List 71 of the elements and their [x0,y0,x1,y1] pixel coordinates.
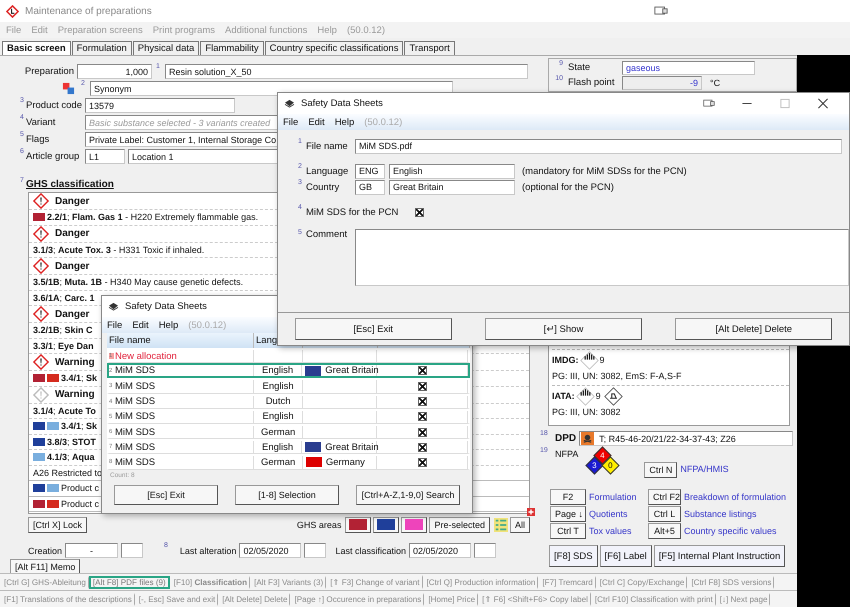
transport-details: PG: III, UN: 3082 [552,406,622,419]
transport-mode: IMDG: [552,355,578,365]
file-name: MiM SDS [115,396,156,408]
language-cell: English [262,380,294,392]
file-name: MiM SDS [115,456,156,468]
file-name: MiM SDS [115,411,156,422]
class-number: 9 [596,391,601,401]
hint-text: (optional for the PCN) [522,182,614,192]
field-label: File name [306,140,349,152]
field-label: Last classification [335,546,406,556]
signal-word: Warning [55,356,95,368]
unit-label: °C [710,78,720,88]
language-cell: English [262,411,294,422]
country-cell: Great Britain [325,442,379,453]
hazard-statement: 4.1/3; Aqua [47,452,95,462]
window-title: Maintenance of preparations [25,6,153,16]
hint-text: (mandatory for MiM SDSs for the PCN) [522,166,687,176]
field-label: Flash point [568,77,616,88]
signal-word: Danger [55,228,90,239]
hazard-statement: Product c [61,498,100,509]
version-label: (50.0.12) [364,116,402,128]
dialog-title: Safety Data Sheets [301,98,383,109]
language-cell: German [260,426,296,438]
country-cell: Germany [326,456,365,468]
field-label: Creation [26,546,62,556]
transport-mode: IATA: [552,391,575,401]
field-label: Comment [306,229,348,240]
signal-word: Danger [55,308,90,320]
hazard-statement: 3.1/3; Acute Tox. 3 - H331 Toxic if inhaled. [33,244,204,255]
field-label: MiM SDS for the PCN [306,206,398,218]
field-label: Article group [26,151,80,162]
file-name: MiM SDS [115,426,156,438]
field-label: NFPA [555,449,578,459]
version-label: (50.0.12) [188,320,226,330]
field-label: Variant [26,117,56,128]
signal-word: Danger [55,260,90,272]
hazard-statement: 3.6/1A; Carc. 1 [33,292,95,303]
hazard-statement: 3.5/1B; Muta. 1B - H340 May cause genetic defects. [33,277,244,288]
hazard-statement: 3.4/1; Sk [61,421,98,432]
field-label: Last alteration [180,546,236,556]
hazard-statement: 3.8/3; STOT [47,436,96,447]
field-label: Language [306,166,350,176]
hazard-statement: 3.2/1B; Skin C [33,325,93,336]
areas-label: GHS areas [296,520,342,530]
file-name: MiM SDS [115,365,156,376]
signal-word: Warning [55,389,95,400]
field-label: Product code [26,100,83,111]
file-name: MiM SDS [115,442,156,453]
signal-word: Danger [55,196,90,206]
field-label: State [568,62,592,73]
field-label: Preparation [24,66,74,77]
language-cell: English [262,365,294,376]
language-cell: English [262,442,294,453]
field-label: Country [306,182,340,192]
field-label: DPD [555,433,576,444]
class-number: 9 [600,355,605,365]
hazard-statement: 3.1/4; Acute To [33,406,96,416]
hazard-statement: 3.3/1; Eye Dan [33,340,94,351]
hazard-statement: 2.2/1; Flam. Gas 1 - H220 Extremely flammable gas. [47,212,258,222]
language-cell: German [260,456,296,468]
field-label: Flags [26,134,50,145]
section-heading: GHS classification [26,178,114,190]
transport-details: PG: III, UN: 3082, EmS: F-A,S-F [552,370,683,383]
hazard-statement: Product c [61,483,100,494]
hazard-statement: 3.4/1; Sk [61,373,98,384]
dialog-title: Safety Data Sheets [125,301,207,312]
language-cell: Dutch [266,396,291,408]
file-name: MiM SDS [115,380,156,392]
version-label: (50.0.12) [346,24,385,36]
country-cell: Great Britain [325,365,379,376]
file-name: New allocation [115,350,177,362]
